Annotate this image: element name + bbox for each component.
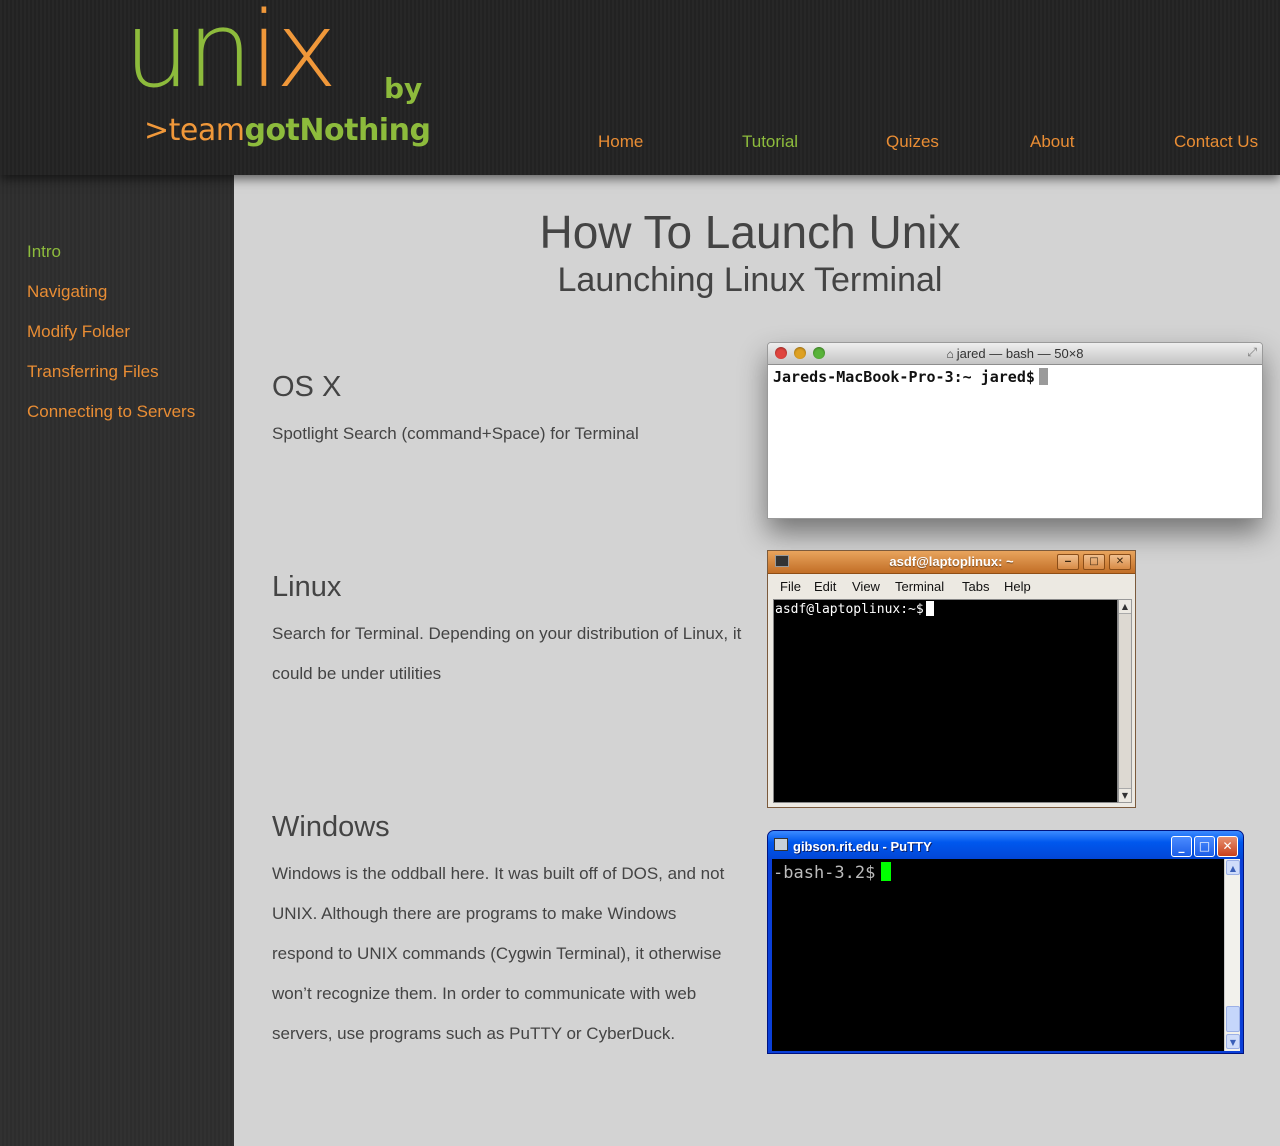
linux-terminal-scrollbar: ▲ ▼ [1118, 599, 1132, 803]
linux-terminal-screen: asdf@laptoplinux:~$ [773, 599, 1118, 803]
osx-terminal-title: ⌂ jared — bash — 50×8 [768, 346, 1262, 361]
menu-edit: Edit [814, 579, 837, 594]
putty-scrollbar: ▲ ▼ [1224, 859, 1240, 1051]
menu-file: File [780, 579, 801, 594]
osx-terminal-title-text: jared — bash — 50×8 [956, 346, 1084, 361]
sidebar-item-transferring-files[interactable]: Transferring Files [27, 362, 159, 382]
terminal-cursor [925, 601, 934, 616]
nav-about[interactable]: About [1030, 132, 1074, 152]
section-heading-osx: OS X [272, 371, 342, 403]
scrollbar-thumb [1226, 1006, 1240, 1032]
putty-title: gibson.rit.edu - PuTTY [793, 839, 932, 854]
close-icon: ✕ [1217, 836, 1238, 857]
fullscreen-icon: ⤢ [1247, 345, 1257, 359]
minimize-icon: ‒ [1057, 554, 1079, 570]
sidebar-item-modify-folder[interactable]: Modify Folder [27, 322, 130, 342]
logo-unix-wordmark: unix [124, 0, 337, 102]
scroll-up-arrow-icon: ▲ [1119, 600, 1131, 614]
terminal-cursor [881, 862, 892, 881]
linux-terminal-screenshot: asdf@laptoplinux: ~ ‒ □ ✕ File Edit View… [767, 550, 1136, 808]
putty-terminal-screen: -bash-3.2$ [772, 859, 1224, 1051]
menu-tabs: Tabs [962, 579, 990, 594]
logo-by: by [384, 72, 423, 105]
logo-unix-orange: ix [249, 0, 337, 111]
nav-quizes[interactable]: Quizes [886, 132, 939, 152]
page-subtitle: Launching Linux Terminal [557, 261, 943, 299]
linux-terminal-title: asdf@laptoplinux: ~ [889, 554, 1014, 569]
house-icon: ⌂ [946, 347, 954, 361]
scroll-down-arrow-icon: ▼ [1119, 788, 1131, 802]
terminal-cursor [1038, 368, 1048, 385]
close-icon: ✕ [1109, 554, 1131, 570]
nav-tutorial[interactable]: Tutorial [742, 132, 798, 152]
site-header: unix by >teamgotNothing Home Tutorial Qu… [0, 0, 1280, 175]
sidebar-item-connecting-to-servers[interactable]: Connecting to Servers [27, 402, 195, 422]
section-body-osx: Spotlight Search (command+Space) for Ter… [272, 424, 639, 443]
putty-prompt: -bash-3.2$ [773, 863, 876, 883]
menu-terminal: Terminal [895, 579, 945, 594]
linux-terminal-prompt-line: asdf@laptoplinux:~$ [775, 601, 934, 617]
sidebar-item-navigating[interactable]: Navigating [27, 282, 107, 302]
page-title: How To Launch Unix [539, 206, 961, 258]
minimize-icon: _ [1171, 836, 1192, 857]
linux-terminal-menubar: File Edit View Terminal Tabs Help [768, 574, 1135, 598]
linux-terminal-prompt: asdf@laptoplinux:~$ [775, 602, 924, 617]
sidebar: Intro Navigating Modify Folder Transferr… [0, 175, 234, 1146]
osx-terminal-screenshot: ⌂ jared — bash — 50×8 ⤢ Jareds-MacBook-Pr… [767, 342, 1263, 519]
menu-view: View [852, 579, 880, 594]
putty-prompt-line: -bash-3.2$ [773, 862, 892, 883]
logo-unix-green: un [124, 0, 253, 111]
menu-help: Help [1004, 579, 1031, 594]
main-nav: Home Tutorial Quizes About Contact Us [0, 132, 1280, 156]
linux-terminal-titlebar: asdf@laptoplinux: ~ ‒ □ ✕ [768, 551, 1135, 574]
section-body-linux: Search for Terminal. Depending on your d… [272, 624, 742, 683]
maximize-icon: □ [1194, 836, 1215, 857]
scroll-up-arrow-icon: ▲ [1226, 860, 1240, 875]
section-heading-windows: Windows [272, 811, 390, 843]
osx-terminal-body: Jareds-MacBook-Pro-3:~ jared$ [768, 365, 1262, 388]
nav-contact-us[interactable]: Contact Us [1174, 132, 1258, 152]
scroll-down-arrow-icon: ▼ [1226, 1034, 1240, 1049]
sidebar-item-intro[interactable]: Intro [27, 242, 61, 262]
putty-screenshot: gibson.rit.edu - PuTTY _ □ ✕ -bash-3.2$ … [767, 830, 1244, 1054]
maximize-icon: □ [1083, 554, 1105, 570]
section-heading-linux: Linux [272, 571, 342, 603]
osx-terminal-prompt: Jareds-MacBook-Pro-3:~ jared$ [773, 368, 1035, 386]
putty-app-icon [774, 838, 788, 851]
putty-titlebar: gibson.rit.edu - PuTTY _ □ ✕ [768, 831, 1243, 859]
section-body-windows: Windows is the oddball here. It was buil… [272, 864, 725, 1043]
osx-terminal-titlebar: ⌂ jared — bash — 50×8 ⤢ [768, 343, 1262, 365]
nav-home[interactable]: Home [598, 132, 643, 152]
